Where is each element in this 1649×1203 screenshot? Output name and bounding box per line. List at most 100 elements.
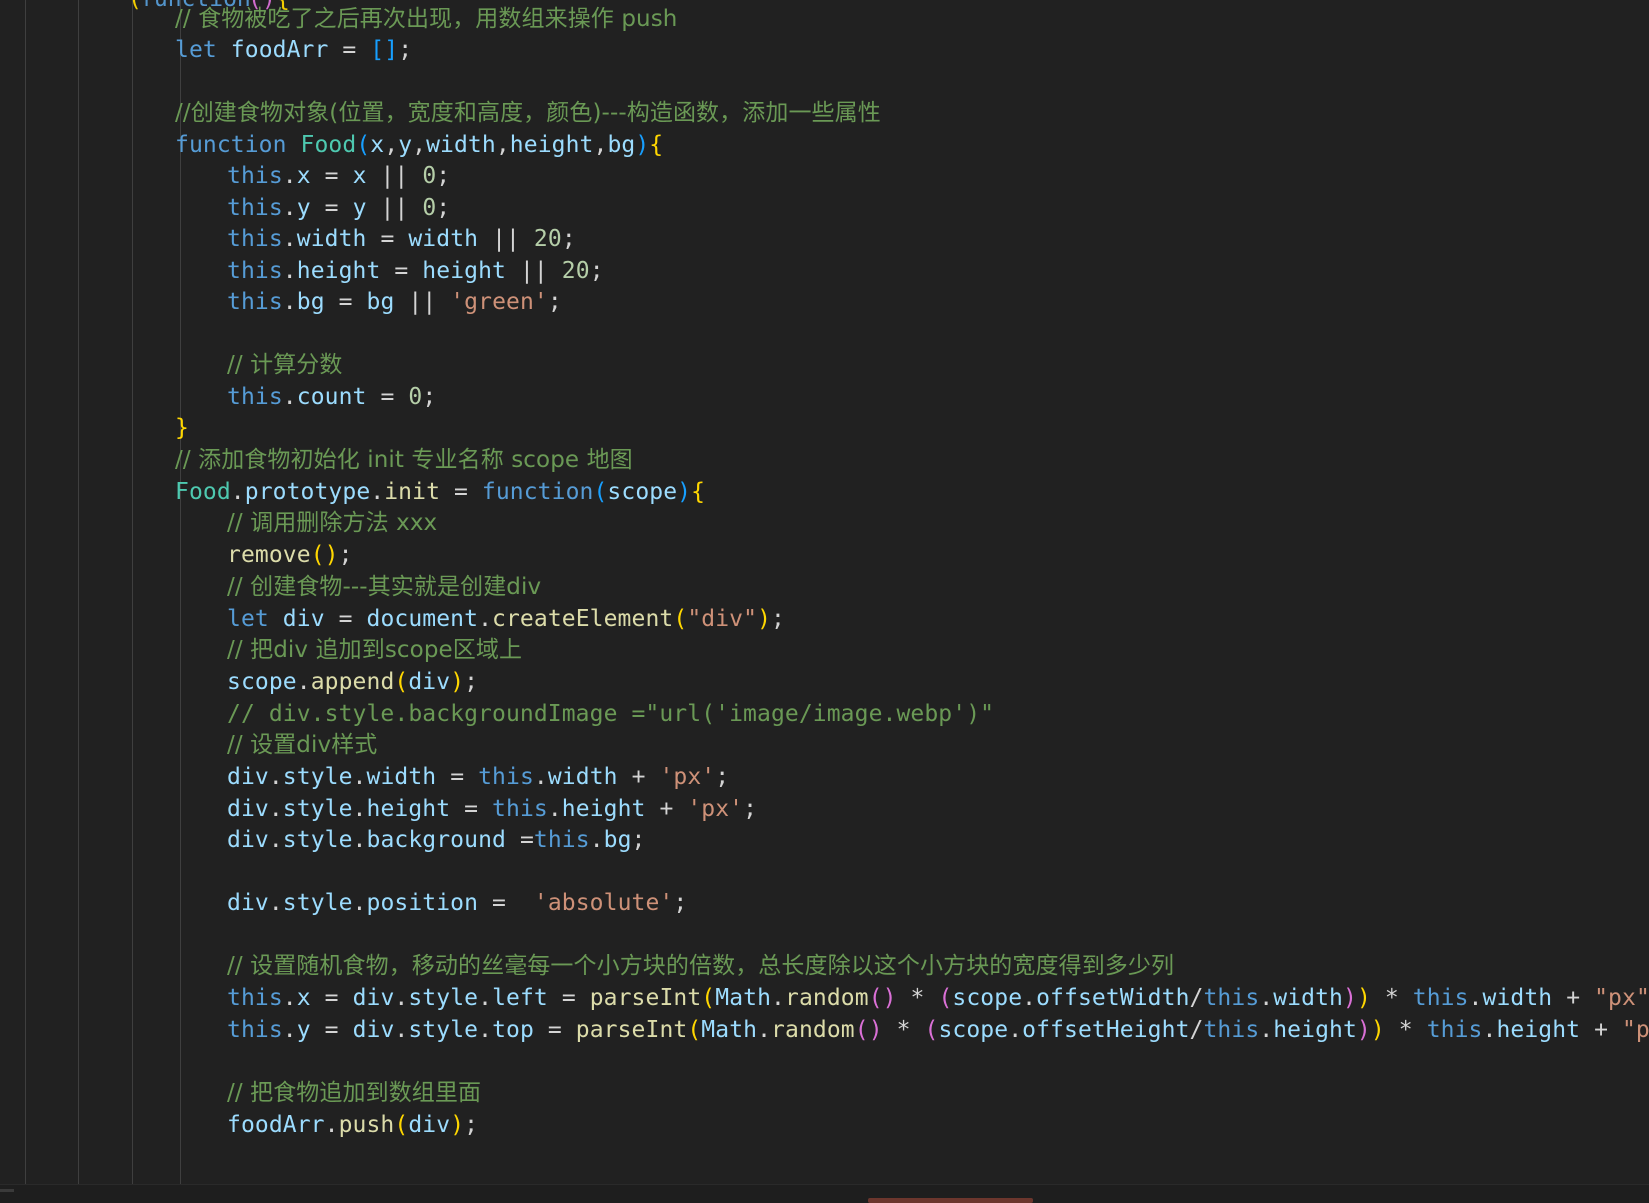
code-line[interactable]: div.style.width = this.width + 'px'; [0,762,729,794]
code-line[interactable]: this.count = 0; [0,382,436,414]
code-token: . [268,796,283,822]
code-token: // 添加食物初始化 init 专业名称 scope 地图 [175,447,633,473]
code-token: ) [757,606,772,632]
code-line[interactable]: let foodArr = []; [0,35,412,67]
code-line[interactable]: let div = document.createElement("div"); [0,604,785,636]
code-token: y [352,195,367,221]
code-token: . [352,764,367,790]
code-token: x [296,163,311,189]
code-line[interactable]: // 设置随机食物，移动的丝毫每一个小方块的倍数，总长度除以这个小方块的宽度得到… [0,951,1174,983]
code-line[interactable]: //创建食物对象(位置，宽度和高度，颜色)---构造函数，添加一些属性 [0,98,881,130]
code-token: ; [561,226,576,252]
code-token: . [352,890,367,916]
code-line[interactable]: // 食物被吃了之后再次出现，用数组来操作 push [0,4,677,36]
code-line[interactable]: function Food(x,y,width,height,bg){ [0,130,663,162]
code-token: ) [1356,985,1371,1011]
code-token: style [282,890,353,916]
code-line[interactable]: Food.prototype.init = function(scope){ [0,477,705,509]
code-line[interactable]: this.x = x || 0; [0,161,450,193]
code-token: Food [175,479,231,505]
code-token: = [464,796,479,822]
code-token: = [380,384,395,410]
code-token: 0 [408,384,423,410]
code-line[interactable]: // div.style.backgroundImage ="url('imag… [0,699,994,731]
code-line[interactable]: div.style.height = this.height + 'px'; [0,794,757,826]
code-token: style [408,985,479,1011]
code-token: ; [436,163,451,189]
code-content[interactable]: // 食物被吃了之后再次出现，用数组来操作 push let foodArr = … [0,0,1649,1185]
code-token: = [492,890,506,916]
code-token: ) [1370,1017,1385,1043]
code-token: ( [394,1112,409,1138]
code-line[interactable]: this.height = height || 20; [0,256,604,288]
code-token: this [227,384,283,410]
code-token: || [380,163,409,189]
code-line[interactable]: // 计算分数 [0,350,343,382]
code-line[interactable]: scope.append(div); [0,667,478,699]
code-token: ) [450,669,465,695]
horizontal-scrollbar[interactable] [0,1184,1649,1203]
code-line[interactable]: div.style.background =this.bg; [0,825,646,857]
code-token: . [282,384,297,410]
code-line[interactable]: // 把食物追加到数组里面 [0,1078,481,1110]
scrollbar-thumb[interactable] [868,1198,1033,1203]
code-token: foodArr [230,37,329,63]
code-token: , [593,132,608,158]
code-line[interactable]: } [0,413,189,445]
code-line[interactable]: div.style.position = 'absolute'; [0,888,687,920]
code-token: "px" [1594,985,1649,1011]
code-token: . [282,1017,297,1043]
code-token: . [352,796,367,822]
code-token: ( [310,542,325,568]
code-token: div [408,669,451,695]
code-token: offsetHeight [1022,1017,1190,1043]
code-token: . [268,764,283,790]
code-line[interactable]: // 添加食物初始化 init 专业名称 scope 地图 [0,445,633,477]
code-line[interactable]: this.width = width || 20; [0,224,576,256]
code-token: height [366,796,451,822]
code-token: ) [1356,1017,1371,1043]
code-line[interactable]: foodArr.push(div); [0,1110,478,1142]
code-token: scope [938,1017,1009,1043]
code-line[interactable]: // 创建食物---其实就是创建div [0,572,541,604]
code-token: ) [882,985,897,1011]
code-token: y [296,195,311,221]
code-line[interactable]: this.y = y || 0; [0,193,450,225]
code-token: ( [868,985,883,1011]
code-token: = [450,764,465,790]
code-token: . [282,195,297,221]
code-token: height [509,132,594,158]
code-line[interactable]: // 调用删除方法 xxx [0,508,437,540]
scrollbar-tick [0,1189,14,1192]
code-line[interactable]: remove(); [0,540,353,572]
code-token: height [561,796,646,822]
code-line[interactable]: this.y = div.style.top = parseInt(Math.r… [0,1015,1649,1047]
code-token: = [394,258,409,284]
code-line[interactable]: this.x = div.style.left = parseInt(Math.… [0,983,1649,1015]
code-line[interactable]: // 设置div样式 [0,730,377,762]
code-line[interactable]: // 把div 追加到scope区域上 [0,635,522,667]
code-token: ; [338,542,353,568]
code-editor[interactable]: (function(){ // 食物被吃了之后再次出现，用数组来操作 pushl… [0,0,1649,1203]
code-line[interactable]: this.bg = bg || 'green'; [0,287,562,319]
code-token: / [1189,1017,1204,1043]
code-token: . [478,985,493,1011]
code-token: . [1259,985,1274,1011]
code-token: = [324,985,339,1011]
